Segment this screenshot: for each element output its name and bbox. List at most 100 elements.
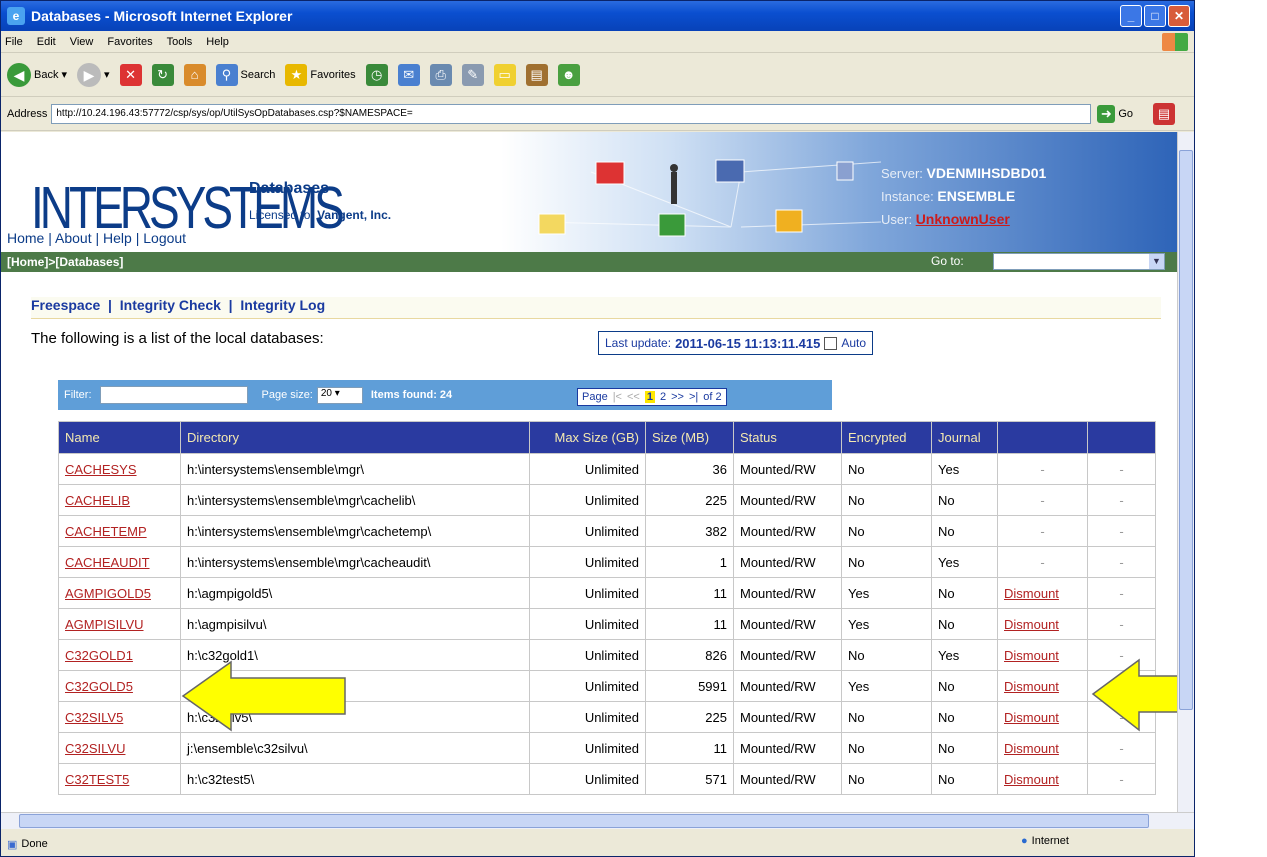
dismount-link[interactable]: Dismount <box>1004 679 1059 694</box>
database-link[interactable]: C32SILVU <box>65 741 125 756</box>
cell-action[interactable]: Dismount <box>997 732 1088 764</box>
filter-input[interactable] <box>99 386 248 404</box>
discuss-icon[interactable]: ▭ <box>493 63 516 86</box>
menu-tools[interactable]: Tools <box>167 36 193 48</box>
cell-name[interactable]: C32GOLD5 <box>58 670 181 702</box>
menu-favorites[interactable]: Favorites <box>107 36 152 48</box>
auto-checkbox[interactable] <box>824 336 838 350</box>
cell-action[interactable]: Dismount <box>997 763 1088 795</box>
col-max-size[interactable]: Max Size (GB) <box>529 421 646 454</box>
database-link[interactable]: AGMPIGOLD5 <box>65 586 151 601</box>
page-size-select[interactable]: 20 ▾ <box>316 386 363 404</box>
forward-button[interactable]: ▶ ▾ <box>77 62 110 87</box>
pager: Page |< << 1 2 >> >| of 2 <box>577 388 727 406</box>
col-status[interactable]: Status <box>733 421 842 454</box>
pager-first[interactable]: |< <box>613 391 622 403</box>
nav-about[interactable]: About <box>55 230 92 246</box>
database-link[interactable]: C32GOLD1 <box>65 648 133 663</box>
cell-action[interactable]: Dismount <box>997 608 1088 640</box>
menu-view[interactable]: View <box>70 36 94 48</box>
messenger-icon[interactable]: ☻ <box>557 63 580 86</box>
cell-name[interactable]: AGMPIGOLD5 <box>58 577 181 609</box>
menu-edit[interactable]: Edit <box>37 36 56 48</box>
home-icon[interactable]: ⌂ <box>183 63 206 86</box>
search-button[interactable]: ⚲ Search <box>215 63 275 86</box>
pager-page-2[interactable]: 2 <box>660 391 666 403</box>
database-link[interactable]: CACHELIB <box>65 493 130 508</box>
cell-action[interactable]: Dismount <box>997 670 1088 702</box>
horizontal-scrollbar[interactable] <box>1 812 1194 829</box>
cell-max: Unlimited <box>529 484 646 516</box>
cell-name[interactable]: C32GOLD1 <box>58 639 181 671</box>
integrity-check-link[interactable]: Integrity Check <box>120 297 221 313</box>
dismount-link[interactable]: Dismount <box>1004 617 1059 632</box>
menu-help[interactable]: Help <box>206 36 229 48</box>
maximize-button[interactable]: □ <box>1144 5 1166 27</box>
breadcrumb-home[interactable]: [Home] <box>7 255 48 269</box>
cell-action[interactable]: Dismount <box>997 701 1088 733</box>
close-button[interactable]: ✕ <box>1168 5 1190 27</box>
database-link[interactable]: C32GOLD5 <box>65 679 133 694</box>
cell-name[interactable]: C32TEST5 <box>58 763 181 795</box>
dismount-link[interactable]: Dismount <box>1004 772 1059 787</box>
print-icon[interactable]: ⎙ <box>429 63 452 86</box>
cell-action[interactable]: Dismount <box>997 639 1088 671</box>
database-link[interactable]: C32TEST5 <box>65 772 129 787</box>
mail-icon[interactable]: ✉ <box>397 63 420 86</box>
database-link[interactable]: AGMPISILVU <box>65 617 144 632</box>
pager-last[interactable]: >| <box>689 391 698 403</box>
col-name[interactable]: Name <box>58 421 181 454</box>
cell-name[interactable]: CACHEAUDIT <box>58 546 181 578</box>
scrollbar-thumb[interactable] <box>1179 150 1193 710</box>
back-button[interactable]: ◀ Back ▾ <box>7 62 67 87</box>
banner: INTERSYSTEMS Home | About | Help | Logou… <box>1 132 1177 252</box>
cell-name[interactable]: AGMPISILVU <box>58 608 181 640</box>
dismount-link[interactable]: Dismount <box>1004 710 1059 725</box>
freespace-link[interactable]: Freespace <box>31 297 100 313</box>
cell-size: 225 <box>645 701 734 733</box>
nav-help[interactable]: Help <box>103 230 132 246</box>
cell-name[interactable]: CACHETEMP <box>58 515 181 547</box>
favorites-button[interactable]: ★ Favorites <box>285 63 356 86</box>
stop-icon[interactable]: ✕ <box>119 63 142 86</box>
toolbar-extension-icon[interactable]: ▤ <box>1153 102 1176 125</box>
integrity-log-link[interactable]: Integrity Log <box>240 297 325 313</box>
cell-journal: Yes <box>931 639 998 671</box>
go-arrow-icon: ➜ <box>1097 104 1116 123</box>
edit-icon[interactable]: ✎ <box>461 63 484 86</box>
nav-home[interactable]: Home <box>7 230 44 246</box>
cell-name[interactable]: C32SILVU <box>58 732 181 764</box>
search-icon: ⚲ <box>215 63 238 86</box>
breadcrumb-current[interactable]: [Databases] <box>55 255 123 269</box>
menu-file[interactable]: File <box>5 36 23 48</box>
col-journal[interactable]: Journal <box>931 421 998 454</box>
research-icon[interactable]: ▤ <box>525 63 548 86</box>
cell-name[interactable]: CACHELIB <box>58 484 181 516</box>
col-encrypted[interactable]: Encrypted <box>841 421 932 454</box>
cell-name[interactable]: C32SILV5 <box>58 701 181 733</box>
database-link[interactable]: CACHESYS <box>65 462 137 477</box>
pager-next[interactable]: >> <box>671 391 684 403</box>
goto-select[interactable]: ▼ <box>993 253 1165 270</box>
history-icon[interactable]: ◷ <box>365 63 388 86</box>
cell-name[interactable]: CACHESYS <box>58 453 181 485</box>
col-size[interactable]: Size (MB) <box>645 421 734 454</box>
pager-prev[interactable]: << <box>627 391 640 403</box>
dismount-link[interactable]: Dismount <box>1004 648 1059 663</box>
database-link[interactable]: CACHEAUDIT <box>65 555 150 570</box>
scrollbar-thumb[interactable] <box>19 814 1149 828</box>
refresh-icon[interactable]: ↻ <box>151 63 174 86</box>
dismount-link[interactable]: Dismount <box>1004 586 1059 601</box>
dismount-link[interactable]: Dismount <box>1004 741 1059 756</box>
database-link[interactable]: C32SILV5 <box>65 710 123 725</box>
minimize-button[interactable]: _ <box>1120 5 1142 27</box>
go-button[interactable]: ➜ Go <box>1097 104 1133 123</box>
database-link[interactable]: CACHETEMP <box>65 524 147 539</box>
cell-action[interactable]: Dismount <box>997 577 1088 609</box>
nav-logout[interactable]: Logout <box>143 230 186 246</box>
vertical-scrollbar[interactable] <box>1177 132 1194 812</box>
col-directory[interactable]: Directory <box>180 421 530 454</box>
address-input[interactable]: http://10.24.196.43:57772/csp/sys/op/Uti… <box>51 103 1092 124</box>
user-link[interactable]: UnknownUser <box>916 211 1010 227</box>
pager-current[interactable]: 1 <box>644 391 655 403</box>
